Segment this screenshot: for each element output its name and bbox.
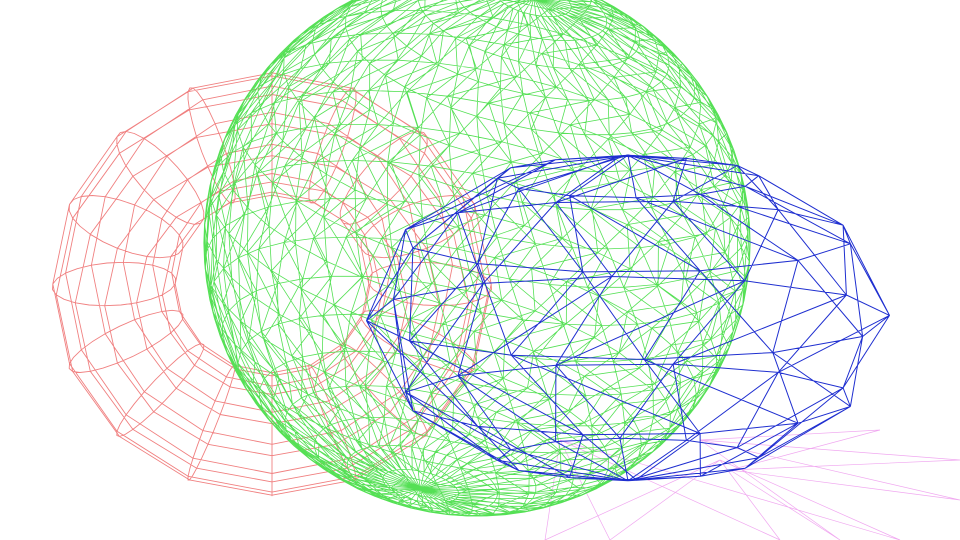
ellipsoid-wireframe: [366, 154, 890, 482]
ray-lines: [544, 429, 960, 540]
wireframe-scene: [52, 0, 960, 540]
sphere-wireframe: [203, 0, 751, 517]
torus-wireframe: [52, 71, 492, 497]
